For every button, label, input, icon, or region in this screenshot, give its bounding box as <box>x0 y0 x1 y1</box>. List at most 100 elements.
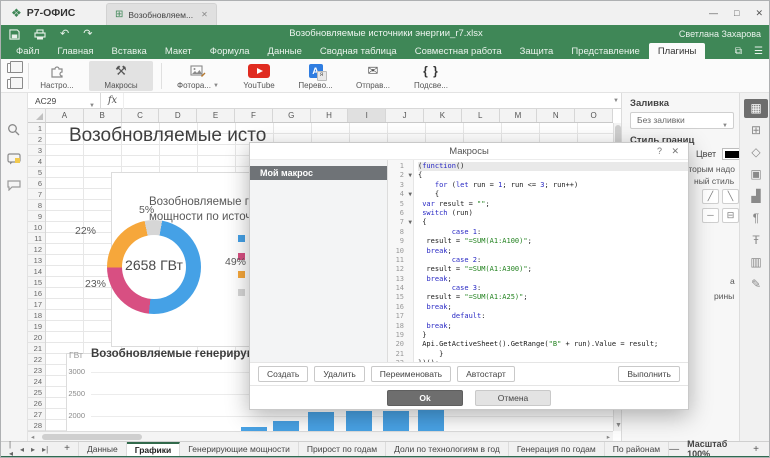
close-icon[interactable]: ✕ <box>671 146 679 157</box>
settings-button[interactable]: Настро... <box>31 61 83 91</box>
sheet-tab-Генерация по годам[interactable]: Генерация по годам <box>509 442 605 456</box>
macro-list-item[interactable]: Мой макрос <box>250 166 387 180</box>
autostart-button[interactable]: Автостарт <box>457 366 515 382</box>
sheet-tab-Графики[interactable]: Графики <box>127 442 181 456</box>
menu-tab-Совместная работа[interactable]: Совместная работа <box>406 43 511 59</box>
next-sheet-icon[interactable]: ▸ <box>31 445 35 454</box>
row-header-25[interactable]: 25 <box>28 387 45 398</box>
cell-settings-icon[interactable]: ▦ <box>744 99 768 118</box>
row-header-13[interactable]: 13 <box>28 255 45 266</box>
slicer-settings-icon[interactable]: ▥ <box>744 253 768 272</box>
sheet-tab-Прирост по годам[interactable]: Прирост по годам <box>299 442 386 456</box>
row-header-17[interactable]: 17 <box>28 299 45 310</box>
menu-tab-Файл[interactable]: Файл <box>7 43 48 59</box>
menu-tab-Представление[interactable]: Представление <box>562 43 649 59</box>
zoom-out-button[interactable]: — <box>669 444 679 455</box>
search-icon[interactable] <box>7 123 20 136</box>
row-header-14[interactable]: 14 <box>28 266 45 277</box>
ok-button[interactable]: Ok <box>387 390 463 406</box>
row-header-3[interactable]: 3 <box>28 145 45 156</box>
last-sheet-icon[interactable]: ▸| <box>42 445 48 454</box>
menu-tab-Главная[interactable]: Главная <box>48 43 102 59</box>
paste-icon[interactable] <box>7 79 18 89</box>
row-header-6[interactable]: 6 <box>28 178 45 189</box>
formula-input[interactable] <box>125 93 611 109</box>
border-diagonal-up-button[interactable]: ╱ <box>702 189 719 204</box>
menu-tab-Сводная таблица[interactable]: Сводная таблица <box>311 43 406 59</box>
column-header-F[interactable]: F <box>235 109 273 122</box>
sheet-tab-Генерирующие мощности[interactable]: Генерирующие мощности <box>180 442 299 456</box>
macros-button[interactable]: ⚒Макросы <box>89 61 153 91</box>
menu-tab-Вставка[interactable]: Вставка <box>103 43 156 59</box>
column-header-E[interactable]: E <box>197 109 235 122</box>
column-header-H[interactable]: H <box>311 109 349 122</box>
row-header-22[interactable]: 22 <box>28 354 45 365</box>
shape-settings-icon[interactable]: ◇ <box>744 143 768 162</box>
menu-tab-Плагины[interactable]: Плагины <box>649 43 706 59</box>
comments-icon[interactable] <box>7 153 21 165</box>
copy-icon[interactable] <box>7 63 18 73</box>
row-header-5[interactable]: 5 <box>28 167 45 178</box>
signature-settings-icon[interactable]: ✎ <box>744 275 768 294</box>
youtube-button[interactable]: YouTube <box>233 61 285 91</box>
name-box[interactable]: AC29▼ <box>29 93 101 109</box>
border-horizontal-button[interactable]: ─ <box>702 208 719 223</box>
column-header-K[interactable]: K <box>424 109 462 122</box>
row-header-12[interactable]: 12 <box>28 244 45 255</box>
insert-function-button[interactable]: fx <box>102 93 124 109</box>
row-header-16[interactable]: 16 <box>28 288 45 299</box>
border-diagonal-down-button[interactable]: ╲ <box>722 189 739 204</box>
column-header-M[interactable]: M <box>500 109 538 122</box>
hamburger-menu-icon[interactable]: ☰ <box>754 46 763 57</box>
table-settings-icon[interactable]: ⊞ <box>744 121 768 140</box>
column-header-L[interactable]: L <box>462 109 500 122</box>
menu-tab-Защита[interactable]: Защита <box>511 43 563 59</box>
scroll-left-arrow-icon[interactable]: ◂ <box>31 433 34 441</box>
sheet-tab-Доли по технологиям в год[interactable]: Доли по технологиям в год <box>386 442 509 456</box>
code-area[interactable]: (function(){ for (let run = 1; run <= 3;… <box>414 160 688 362</box>
zoom-in-button[interactable]: + <box>753 444 759 455</box>
row-header-9[interactable]: 9 <box>28 211 45 222</box>
chat-icon[interactable] <box>7 180 21 191</box>
code-editor[interactable]: 12▼34▼567▼8910111213141516171819202122 (… <box>388 160 688 362</box>
dialog-header[interactable]: Макросы ? ✕ <box>250 143 688 160</box>
column-header-N[interactable]: N <box>537 109 575 122</box>
column-header-I[interactable]: I <box>348 109 386 122</box>
image-settings-icon[interactable]: ▣ <box>744 165 768 184</box>
row-header-27[interactable]: 27 <box>28 409 45 420</box>
close-button[interactable]: ✕ <box>755 8 763 19</box>
row-header-4[interactable]: 4 <box>28 156 45 167</box>
row-header-20[interactable]: 20 <box>28 332 45 343</box>
column-header-D[interactable]: D <box>159 109 197 122</box>
expand-formula-bar-icon[interactable]: ▼ <box>613 98 619 104</box>
photo-editor-button[interactable]: Фотора...▼ <box>167 61 229 91</box>
horizontal-scrollbar[interactable]: ◂ ▸ <box>28 431 613 441</box>
column-header-O[interactable]: O <box>575 109 613 122</box>
maximize-button[interactable]: □ <box>734 8 739 18</box>
add-sheet-button[interactable]: + <box>56 442 78 456</box>
fold-arrow-icon[interactable]: ▼ <box>408 218 412 227</box>
document-tab[interactable]: ⊞ Возобновляем... ✕ <box>106 3 217 25</box>
row-header-24[interactable]: 24 <box>28 376 45 387</box>
menu-tab-Данные[interactable]: Данные <box>259 43 311 59</box>
select-all-corner[interactable] <box>28 109 46 123</box>
column-header-J[interactable]: J <box>386 109 424 122</box>
row-header-8[interactable]: 8 <box>28 200 45 211</box>
minimize-button[interactable]: — <box>709 8 718 18</box>
row-header-15[interactable]: 15 <box>28 277 45 288</box>
fold-arrow-icon[interactable]: ▼ <box>408 190 412 199</box>
menu-tab-Формула[interactable]: Формула <box>201 43 259 59</box>
row-header-18[interactable]: 18 <box>28 310 45 321</box>
menu-tab-Макет[interactable]: Макет <box>156 43 201 59</box>
textart-settings-icon[interactable]: Ŧ <box>744 231 768 250</box>
app-logo-tab[interactable]: ❖ Р7-ОФИС <box>11 1 75 25</box>
chart-settings-icon[interactable]: ▟ <box>744 187 768 206</box>
row-header-21[interactable]: 21 <box>28 343 45 354</box>
row-header-1[interactable]: 1 <box>28 123 45 134</box>
row-header-28[interactable]: 28 <box>28 420 45 431</box>
fold-arrow-icon[interactable]: ▼ <box>408 171 412 180</box>
column-header-C[interactable]: C <box>122 109 160 122</box>
border-inner-button[interactable]: ⊟ <box>722 208 739 223</box>
delete-button[interactable]: Удалить <box>314 366 364 382</box>
sheet-tab-По районам[interactable]: По районам <box>605 442 669 456</box>
